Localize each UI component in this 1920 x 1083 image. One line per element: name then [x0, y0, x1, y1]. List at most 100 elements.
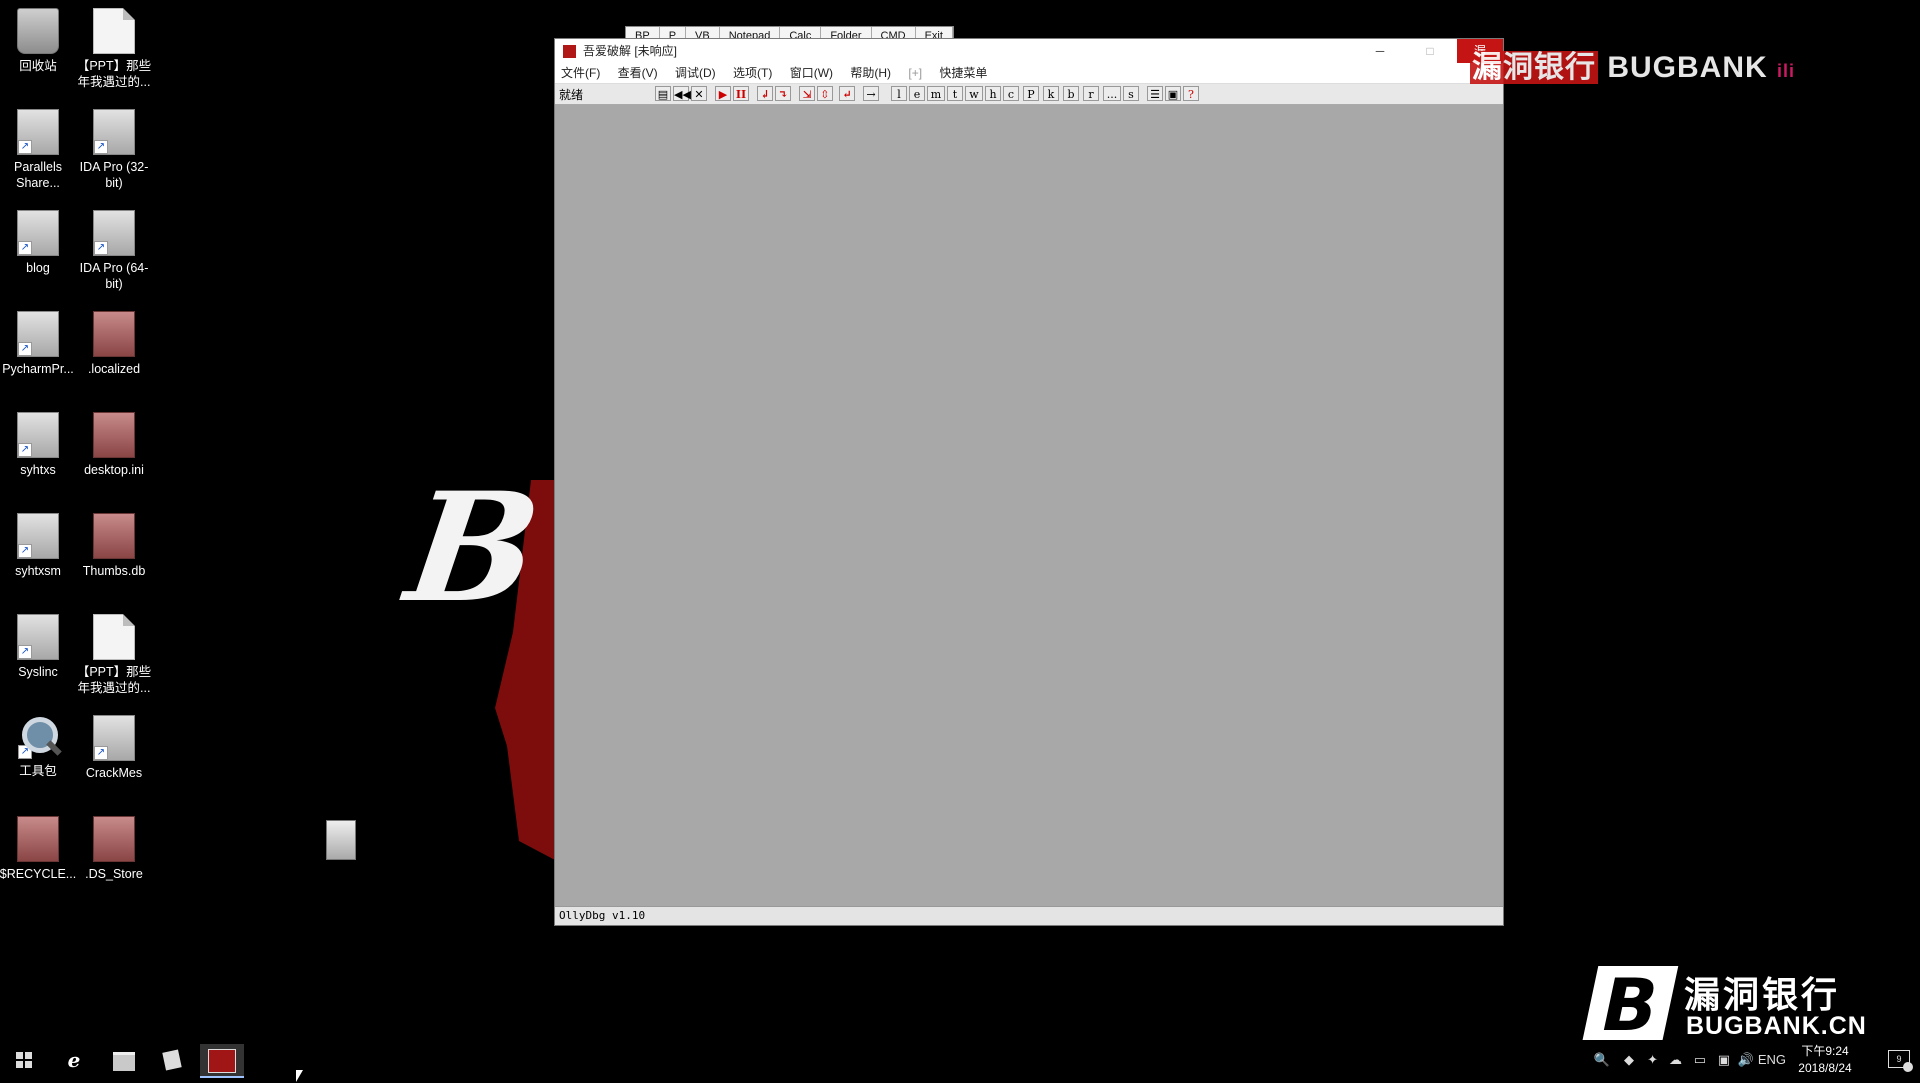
desktop-icon[interactable]: 【PPT】那些年我遇过的...: [74, 8, 154, 90]
desktop-stray-file-icon[interactable]: [326, 820, 356, 860]
file-icon: [93, 513, 135, 559]
window-title: 吾爱破解 [未响应]: [583, 44, 678, 58]
menu-view[interactable]: 查看(V): [618, 66, 658, 80]
desktop-icon-label: blog: [26, 261, 50, 275]
menu-plugin[interactable]: [+]: [908, 66, 922, 80]
top-watermark: 漏洞银行 BUGBANK ili: [1470, 42, 1795, 86]
desktop-icon[interactable]: Parallels Share...: [0, 109, 78, 191]
menu-help[interactable]: 帮助(H): [850, 66, 891, 80]
tray-volume-icon[interactable]: 🔊: [1738, 1040, 1754, 1080]
file-icon: [93, 109, 135, 155]
desktop-icon[interactable]: 回收站: [0, 8, 78, 74]
desktop-icon-label: desktop.ini: [84, 463, 144, 477]
desktop-icon[interactable]: syhtxsm: [0, 513, 78, 579]
toolbar-c-button[interactable]: c: [1003, 86, 1019, 101]
tray-language[interactable]: ENG: [1758, 1040, 1786, 1080]
notepad-icon[interactable]: [152, 1044, 192, 1076]
rewind-icon[interactable]: ◀◀: [673, 86, 691, 101]
maximize-button[interactable]: □: [1419, 39, 1441, 63]
ollydbg-taskbar-icon[interactable]: [200, 1044, 244, 1078]
trace-over-icon[interactable]: ⇳: [817, 86, 833, 101]
file-icon: [93, 311, 135, 357]
tray-network-icon[interactable]: ▣: [1718, 1040, 1730, 1080]
desktop-icon[interactable]: 【PPT】那些年我遇过的...: [74, 614, 154, 696]
toolbar-w-button[interactable]: w: [965, 86, 983, 101]
toolbar-b-button[interactable]: b: [1063, 86, 1079, 101]
minimize-button[interactable]: ─: [1369, 39, 1391, 63]
desktop-icon-label: .DS_Store: [85, 867, 143, 881]
clock-date: 2018/8/24: [1798, 1061, 1852, 1075]
menu-options[interactable]: 选项(T): [733, 66, 772, 80]
desktop-icon[interactable]: .DS_Store: [74, 816, 154, 882]
toolbar-s-button[interactable]: s: [1123, 86, 1139, 101]
file-icon: [17, 614, 59, 660]
pause-icon[interactable]: II: [733, 86, 749, 101]
system-tray: 🔍 ◆ ✦ ☁ ▭ ▣ 🔊 ENG 下午9:24 2018/8/24 9: [1590, 1040, 1920, 1080]
clock-time: 下午9:24: [1801, 1044, 1849, 1058]
desktop-icon-label: 【PPT】那些年我遇过的...: [76, 665, 152, 695]
desktop-icon[interactable]: PycharmPr...: [0, 311, 78, 377]
file-icon: [93, 614, 135, 660]
desktop-icon[interactable]: Thumbs.db: [74, 513, 154, 579]
desktop-icon-label: syhtxsm: [15, 564, 61, 578]
menu-shortcut[interactable]: 快捷菜单: [939, 66, 987, 80]
desktop-icon[interactable]: .localized: [74, 311, 154, 377]
file-icon: [93, 412, 135, 458]
clock[interactable]: 下午9:24 2018/8/24: [1790, 1043, 1860, 1077]
desktop-icon-label: 回收站: [19, 59, 57, 73]
open-icon[interactable]: ▤: [655, 86, 671, 101]
taskbar: e 🔍 ◆ ✦ ☁ ▭ ▣ 🔊 ENG 下午9:24 2018/8/24 9: [0, 1040, 1920, 1080]
menu-window[interactable]: 窗口(W): [790, 66, 833, 80]
toolbar-k-button[interactable]: k: [1043, 86, 1059, 101]
desktop-icon[interactable]: $RECYCLE...: [0, 816, 78, 882]
toolbar-m-button[interactable]: m: [927, 86, 945, 101]
desktop-icon-label: syhtxs: [20, 463, 56, 477]
ie-icon[interactable]: e: [54, 1044, 94, 1076]
file-explorer-icon[interactable]: [104, 1044, 144, 1076]
tray-battery-icon[interactable]: ▭: [1694, 1040, 1706, 1080]
recycle-bin-icon: [17, 8, 59, 54]
toolbar-h-button[interactable]: h: [985, 86, 1001, 101]
list-icon[interactable]: ☰: [1147, 86, 1163, 101]
toolbar-e-button[interactable]: e: [909, 86, 925, 101]
step-over-icon[interactable]: ↴: [775, 86, 791, 101]
help-icon[interactable]: ?: [1183, 86, 1199, 101]
brand-en-text: BUGBANK.CN: [1686, 1012, 1867, 1040]
debug-toolbar: 就绪 ▤ ◀◀ ✕ ▶ II ↲ ↴ ⇲ ⇳ ↵ → l e m t w h c…: [555, 84, 1503, 105]
toolbar-p-button[interactable]: P: [1023, 86, 1039, 101]
toolbar-ellipsis-button[interactable]: ...: [1103, 86, 1121, 101]
close-process-icon[interactable]: ✕: [691, 86, 707, 101]
step-into-icon[interactable]: ↲: [757, 86, 773, 101]
desktop-icon[interactable]: Syslinc: [0, 614, 78, 680]
execute-till-return-icon[interactable]: ↵: [839, 86, 855, 101]
window-titlebar[interactable]: 吾爱破解 [未响应] ─ □ 漏: [555, 39, 1503, 63]
toolbar-l-button[interactable]: l: [891, 86, 907, 101]
menu-debug[interactable]: 调试(D): [675, 66, 716, 80]
search-icon[interactable]: 🔍: [1594, 1040, 1610, 1080]
menu-file[interactable]: 文件(F): [561, 66, 600, 80]
desktop-icon[interactable]: syhtxs: [0, 412, 78, 478]
desktop-icon[interactable]: IDA Pro (64-bit): [74, 210, 154, 292]
desktop-icon[interactable]: IDA Pro (32-bit): [74, 109, 154, 191]
mdi-client-area[interactable]: [555, 105, 1503, 907]
desktop-icon[interactable]: CrackMes: [74, 715, 154, 781]
toolbar-t-button[interactable]: t: [947, 86, 963, 101]
toolbar-r-button[interactable]: r: [1083, 86, 1099, 101]
status-bar: OllyDbg v1.10: [555, 906, 1503, 925]
notification-center-icon[interactable]: 9: [1888, 1050, 1913, 1072]
mouse-cursor-icon: [296, 1070, 303, 1082]
desktop-icon[interactable]: 工具包: [0, 715, 78, 779]
desktop-icon[interactable]: blog: [0, 210, 78, 276]
goto-icon[interactable]: →: [863, 86, 879, 101]
background-brush-letter: B: [397, 460, 550, 636]
watermark-tag: ili: [1777, 61, 1796, 81]
tray-shield-icon[interactable]: ◆: [1624, 1040, 1634, 1080]
trace-into-icon[interactable]: ⇲: [799, 86, 815, 101]
desktop-icon[interactable]: desktop.ini: [74, 412, 154, 478]
window-icon[interactable]: ▣: [1165, 86, 1181, 101]
menu-bar: 文件(F) 查看(V) 调试(D) 选项(T) 窗口(W) 帮助(H) [+] …: [555, 63, 1503, 84]
tray-cloud-icon[interactable]: ☁: [1669, 1040, 1682, 1080]
start-button[interactable]: [4, 1044, 44, 1076]
tray-network-app-icon[interactable]: ✦: [1647, 1040, 1658, 1080]
run-icon[interactable]: ▶: [715, 86, 731, 101]
